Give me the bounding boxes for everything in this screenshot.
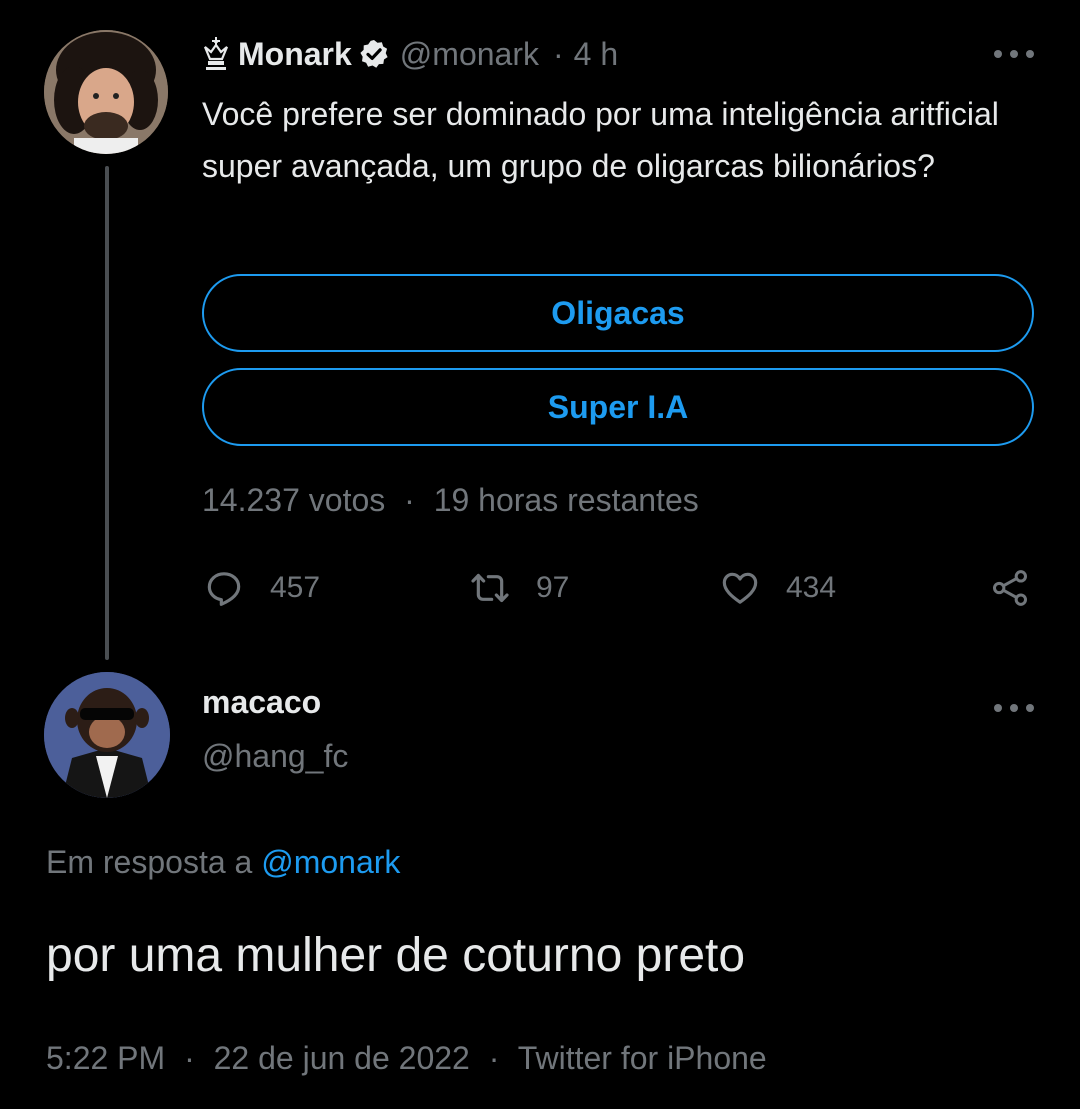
reply-text: por uma mulher de coturno preto [46,929,746,982]
source[interactable]: Twitter for iPhone [518,1040,767,1076]
reply-context-mention[interactable]: @monark [261,844,400,880]
share-button[interactable] [990,566,1030,610]
more-icon[interactable] [994,703,1034,713]
avatar-macaco[interactable] [44,672,170,798]
tweet-detail-page: Monark @monark · 4 h Você prefere ser do… [0,0,1080,1109]
share-icon [993,570,1027,606]
separator-dot: · [488,1040,500,1076]
date[interactable]: 22 de jun de 2022 [214,1040,470,1076]
avatar-monark-image [44,30,168,154]
handle[interactable]: @monark [400,36,539,73]
timestamp: 5:22 PM · 22 de jun de 2022 · Twitter fo… [46,1040,767,1077]
reply-handle[interactable]: @hang_fc [202,738,348,775]
retweet-count: 97 [536,571,570,604]
time[interactable]: 5:22 PM [46,1040,165,1076]
thread-line [105,166,109,660]
like-count: 434 [786,571,837,604]
retweet-button[interactable]: 97 [470,566,569,610]
verified-icon [360,40,388,68]
retweet-icon [471,573,509,603]
avatar-monark[interactable] [44,30,168,154]
time-ago[interactable]: 4 h [574,36,618,73]
separator-dot: · [184,1040,195,1076]
poll-option-oligacas[interactable]: Oligacas [202,274,1034,352]
more-icon[interactable] [994,49,1034,59]
reply-context: Em resposta a @monark [46,844,400,881]
like-icon [722,572,758,604]
reply-context-prefix: Em resposta a [46,844,253,880]
avatar-macaco-image [44,672,170,798]
poll-meta: 14.237 votos · 19 horas restantes [202,482,699,519]
reply-icon [207,572,241,606]
poll-time-left: 19 horas restantes [433,482,699,518]
reply-count: 457 [270,571,321,604]
reply-display-name[interactable]: macaco [202,684,321,721]
tweet-text: Você prefere ser dominado por uma inteli… [202,96,999,184]
poll-option-super-ia[interactable]: Super I.A [202,368,1034,446]
like-button[interactable]: 434 [720,566,836,610]
crown-icon [203,37,229,70]
reply-button[interactable]: 457 [204,566,320,610]
poll-votes: 14.237 votos [202,482,386,518]
separator-dot: · [404,482,415,518]
separator-dot: · [552,35,564,72]
display-name[interactable]: Monark [238,36,352,73]
tweet-header: Monark @monark · 4 h [202,32,618,76]
